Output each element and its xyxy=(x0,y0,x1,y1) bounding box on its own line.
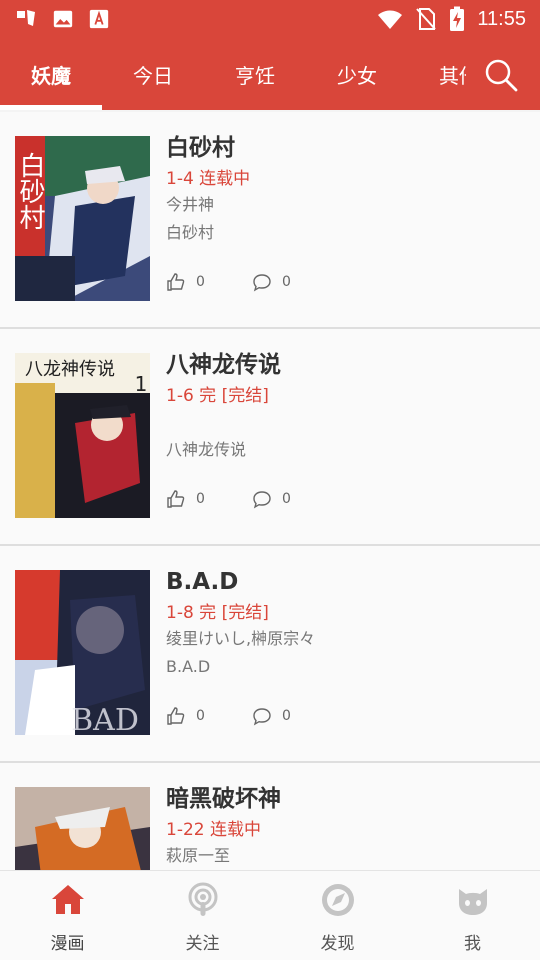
comic-cover[interactable]: 八龙神传说 1 xyxy=(15,353,150,518)
svg-text:1: 1 xyxy=(135,372,148,396)
like-count: 0 xyxy=(196,491,205,507)
nav-guanzhu[interactable]: 关注 xyxy=(135,871,270,960)
comic-subtitle: B.A.D xyxy=(166,657,211,676)
comment-icon xyxy=(253,708,271,726)
comic-title[interactable]: 八神龙传说 xyxy=(166,349,530,381)
nav-manhua[interactable]: 漫画 xyxy=(0,871,135,960)
like-stat[interactable]: 0 xyxy=(166,272,252,292)
comment-count: 0 xyxy=(282,274,291,290)
comic-list: 白砂村 白砂村 1-4 连载中 今井神 白砂村 0 0 八龙神传说 1 八神龙传… xyxy=(0,112,540,870)
tab-yaomo[interactable]: 妖魔 xyxy=(0,38,102,110)
comic-title[interactable]: B.A.D xyxy=(166,566,530,598)
svg-text:白砂村: 白砂村 xyxy=(15,152,45,230)
download-notification-icon xyxy=(89,9,109,29)
comic-author xyxy=(166,408,530,436)
thumbs-up-icon xyxy=(167,490,185,508)
app-notification-icon xyxy=(17,10,35,26)
no-sim-icon xyxy=(416,8,437,30)
comment-stat[interactable]: 0 xyxy=(252,272,338,292)
comic-subtitle: 八神龙传说 xyxy=(166,440,247,459)
image-notification-icon xyxy=(53,10,73,28)
svg-text:八龙神传说: 八龙神传说 xyxy=(25,359,115,380)
comic-card[interactable]: 暗黑破坏神 1-22 连载中 萩原一至 0 0 xyxy=(0,763,540,870)
github-cat-icon xyxy=(458,889,487,915)
comment-count: 0 xyxy=(282,708,291,724)
comic-chapter-status: 1-6 完 [完结] xyxy=(166,386,269,406)
search-icon[interactable] xyxy=(484,58,518,92)
comic-chapter-status: 1-8 完 [完结] xyxy=(166,603,269,623)
comic-card[interactable]: BAD B.A.D 1-8 完 [完结] 绫里けいし,榊原宗々 B.A.D 0 … xyxy=(0,546,540,763)
nav-label: 发现 xyxy=(320,934,355,954)
bottom-navigation: 漫画 关注 发现 我 xyxy=(0,870,540,960)
comic-author: 萩原一至 xyxy=(166,846,231,865)
status-bar: 11:55 xyxy=(0,0,540,38)
comment-stat[interactable]: 0 xyxy=(252,489,338,509)
tab-qita[interactable]: 其他 xyxy=(408,38,466,110)
comic-subtitle: 白砂村 xyxy=(166,223,215,242)
nav-wo[interactable]: 我 xyxy=(405,871,540,960)
comic-card[interactable]: 八龙神传说 1 八神龙传说 1-6 完 [完结] 八神龙传说 0 0 xyxy=(0,329,540,546)
like-stat[interactable]: 0 xyxy=(166,489,252,509)
comment-count: 0 xyxy=(282,491,291,507)
comic-chapter-status: 1-4 连载中 xyxy=(166,169,251,189)
comment-stat[interactable]: 0 xyxy=(252,706,338,726)
battery-charging-icon xyxy=(450,6,465,31)
comment-icon xyxy=(253,491,271,509)
compass-icon xyxy=(321,884,354,916)
like-count: 0 xyxy=(196,708,205,724)
nav-label: 漫画 xyxy=(50,934,85,954)
tab-jinri[interactable]: 今日 xyxy=(102,38,204,110)
nav-faxian[interactable]: 发现 xyxy=(270,871,405,960)
nav-label: 关注 xyxy=(185,934,220,954)
comic-author: 绫里けいし,榊原宗々 xyxy=(166,629,316,648)
clock: 11:55 xyxy=(477,7,526,30)
comment-icon xyxy=(253,274,271,292)
thumbs-up-icon xyxy=(167,707,185,725)
wifi-icon xyxy=(378,10,403,29)
like-count: 0 xyxy=(196,274,205,290)
like-stat[interactable]: 0 xyxy=(166,706,252,726)
tab-pengren[interactable]: 亨饪 xyxy=(204,38,306,110)
tab-shaonv[interactable]: 少女 xyxy=(306,38,408,110)
comic-chapter-status: 1-22 连载中 xyxy=(166,820,261,840)
home-icon xyxy=(51,885,84,914)
comic-title[interactable]: 暗黑破坏神 xyxy=(166,783,530,815)
svg-text:BAD: BAD xyxy=(71,703,139,735)
nav-label: 我 xyxy=(464,934,481,954)
comic-cover[interactable] xyxy=(15,787,150,870)
comic-card[interactable]: 白砂村 白砂村 1-4 连载中 今井神 白砂村 0 0 xyxy=(0,112,540,329)
podcast-icon xyxy=(188,882,217,916)
comic-author: 今井神 xyxy=(166,195,215,214)
comic-cover[interactable]: 白砂村 xyxy=(15,136,150,301)
category-tab-bar: 妖魔 今日 亨饪 少女 其他 xyxy=(0,38,540,110)
thumbs-up-icon xyxy=(167,273,185,291)
comic-cover[interactable]: BAD xyxy=(15,570,150,735)
comic-title[interactable]: 白砂村 xyxy=(166,132,530,164)
